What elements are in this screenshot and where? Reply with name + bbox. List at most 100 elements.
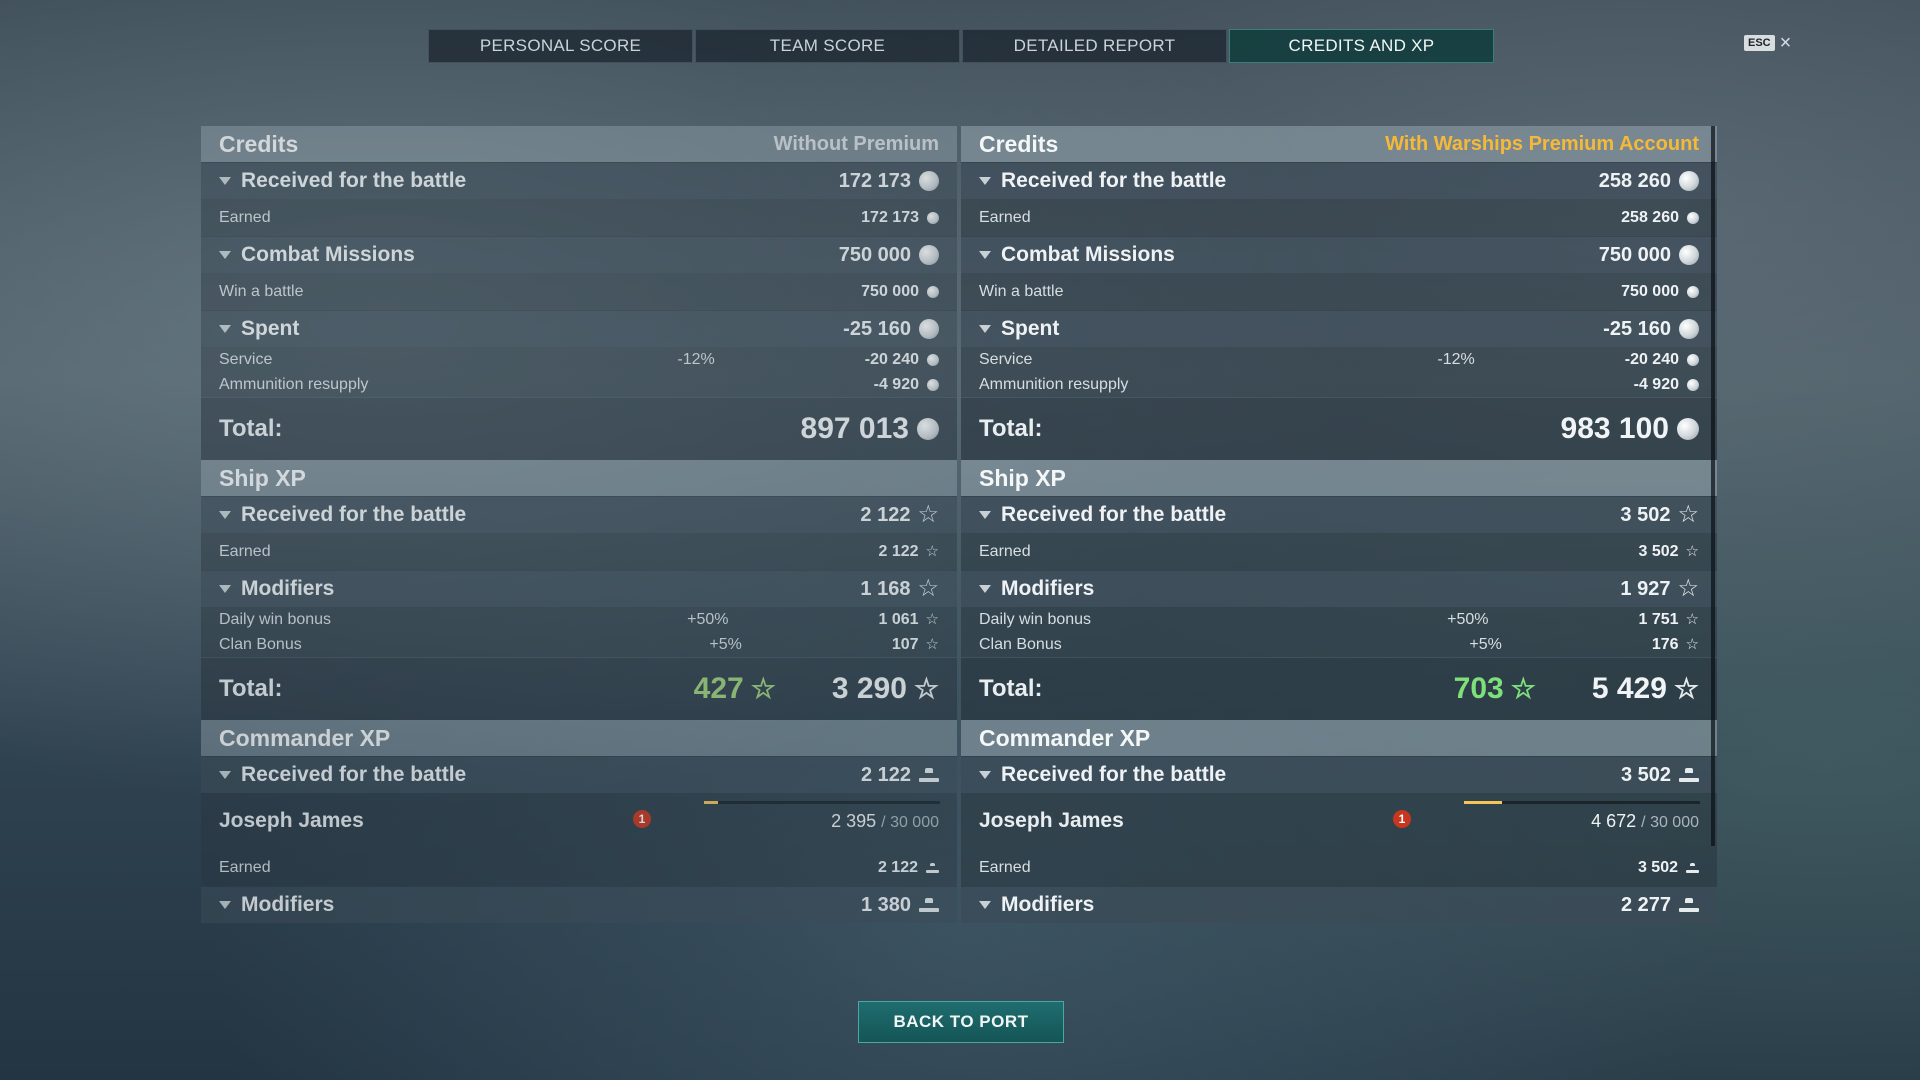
commander-xp-header: Commander XP: [961, 720, 1717, 756]
panel-scrollbar[interactable]: [1711, 126, 1715, 846]
row-label: Win a battle: [979, 282, 1064, 300]
xp-star-icon: ☆: [1677, 501, 1699, 528]
cmd-modifiers-group[interactable]: Modifiers 2 277: [961, 886, 1717, 923]
xp-max: / 30 000: [1641, 813, 1699, 831]
credits-icon: [927, 211, 939, 224]
combat-missions-group[interactable]: Combat Missions 750 000: [201, 236, 957, 273]
xp-received-group[interactable]: Received for the battle 2 122 ☆: [201, 496, 957, 533]
xp-star-icon: ☆: [1685, 611, 1699, 628]
received-group[interactable]: Received for the battle 258 260: [961, 162, 1717, 199]
total-value: 983 100: [1560, 412, 1669, 445]
group-value: 258 260: [1598, 169, 1671, 192]
credits-icon: [919, 245, 939, 265]
tab-personal-score[interactable]: PERSONAL SCORE: [428, 29, 693, 63]
commander-name: Joseph James: [219, 809, 364, 832]
close-icon: ×: [1779, 32, 1792, 54]
group-label: Received for the battle: [1001, 169, 1227, 192]
group-value: 2 122: [860, 763, 911, 786]
credits-icon: [1687, 211, 1699, 224]
credits-header: Credits Without Premium: [201, 126, 957, 162]
credits-total-row: Total: 983 100: [961, 397, 1717, 460]
row-value: 172 173: [861, 208, 919, 226]
section-title: Commander XP: [979, 724, 1151, 751]
group-label: Received for the battle: [1001, 503, 1227, 526]
group-value: 1 380: [860, 893, 911, 916]
credits-icon: [1687, 285, 1699, 298]
xp-star-icon: ☆: [1510, 673, 1536, 704]
earned-row: Earned 172 173: [201, 199, 957, 236]
chevron-down-icon: [219, 901, 231, 909]
tab-detailed-report[interactable]: DETAILED REPORT: [962, 29, 1227, 63]
free-xp-value: 703: [1453, 672, 1504, 705]
total-value: 897 013: [800, 412, 909, 445]
spent-group[interactable]: Spent -25 160: [961, 310, 1717, 347]
back-to-port-button[interactable]: BACK TO PORT: [858, 1001, 1064, 1043]
cmd-received-group[interactable]: Received for the battle 3 502: [961, 756, 1717, 793]
chevron-down-icon: [219, 177, 231, 185]
win-row: Win a battle 750 000: [961, 273, 1717, 310]
credits-icon: [1679, 319, 1699, 339]
ship-xp-header: Ship XP: [961, 460, 1717, 496]
modifiers-group[interactable]: Modifiers 1 927 ☆: [961, 570, 1717, 607]
combat-missions-group[interactable]: Combat Missions 750 000: [961, 236, 1717, 273]
daily-win-row: Daily win bonus +50% 1 751 ☆: [961, 607, 1717, 632]
total-label: Total:: [979, 415, 1043, 442]
group-value: 2 277: [1620, 893, 1671, 916]
row-value: 1 061: [878, 610, 919, 628]
daily-win-row: Daily win bonus +50% 1 061 ☆: [201, 607, 957, 632]
row-value: 258 260: [1621, 208, 1679, 226]
chevron-down-icon: [979, 771, 991, 779]
section-subtitle: With Warships Premium Account: [1385, 132, 1699, 155]
commander-xp-icon: [919, 898, 939, 912]
commander-name: Joseph James: [979, 809, 1124, 832]
row-label: Earned: [219, 208, 271, 226]
row-percent: +5%: [709, 635, 742, 653]
chevron-down-icon: [979, 585, 991, 593]
commander-xp-header: Commander XP: [201, 720, 957, 756]
total-value: 5 429: [1591, 672, 1667, 705]
section-title: Commander XP: [219, 724, 391, 751]
tab-credits-and-xp[interactable]: CREDITS AND XP: [1229, 29, 1494, 63]
row-percent: +50%: [687, 610, 729, 628]
received-group[interactable]: Received for the battle 172 173: [201, 162, 957, 199]
chevron-down-icon: [979, 177, 991, 185]
row-percent: -12%: [677, 350, 715, 368]
total-label: Total:: [219, 675, 283, 702]
row-value: -4 920: [1633, 375, 1679, 393]
total-label: Total:: [219, 415, 283, 442]
modifiers-group[interactable]: Modifiers 1 168 ☆: [201, 570, 957, 607]
chevron-down-icon: [979, 511, 991, 519]
xp-star-icon: ☆: [925, 636, 939, 653]
row-label: Service: [979, 350, 1033, 368]
chevron-down-icon: [219, 511, 231, 519]
with-premium-panel: Credits With Warships Premium Account Re…: [961, 126, 1717, 956]
commander-row: Joseph James 1 4 672 / 30 000: [961, 793, 1717, 849]
group-label: Received for the battle: [241, 169, 467, 192]
row-percent: +50%: [1447, 610, 1489, 628]
group-label: Spent: [1001, 317, 1060, 340]
xp-current: 2 395: [831, 810, 877, 831]
commander-xp-value: 4 672 / 30 000: [1591, 811, 1699, 832]
xp-star-icon: ☆: [1685, 636, 1699, 653]
cmd-modifiers-group[interactable]: Modifiers 1 380: [201, 886, 957, 923]
ship-xp-header: Ship XP: [201, 460, 957, 496]
commander-xp-value: 2 395 / 30 000: [831, 811, 939, 832]
section-subtitle: Without Premium: [773, 132, 939, 155]
group-value: 1 168: [860, 577, 911, 600]
tab-team-score[interactable]: TEAM SCORE: [695, 29, 960, 63]
row-label: Ammunition resupply: [219, 375, 369, 393]
cmd-received-group[interactable]: Received for the battle 2 122: [201, 756, 957, 793]
xp-received-group[interactable]: Received for the battle 3 502 ☆: [961, 496, 1717, 533]
spent-group[interactable]: Spent -25 160: [201, 310, 957, 347]
esc-close-button[interactable]: ESC ×: [1744, 33, 1791, 53]
credits-icon: [1677, 418, 1699, 440]
group-value: 2 122: [860, 503, 911, 526]
commander-xp-progress: [704, 801, 940, 804]
xp-total-row: Total: 703 ☆ 5 429 ☆: [961, 657, 1717, 720]
row-label: Earned: [979, 542, 1031, 560]
credits-icon: [927, 353, 939, 366]
cmd-earned-row: Earned 3 502: [961, 849, 1717, 886]
notification-badge: 1: [633, 810, 651, 828]
row-label: Earned: [219, 858, 271, 876]
group-label: Received for the battle: [241, 763, 467, 786]
